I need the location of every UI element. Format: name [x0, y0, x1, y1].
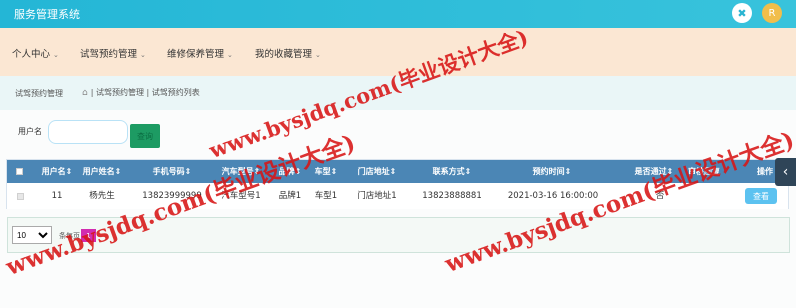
breadcrumb-path: ⌂ | 试驾预约管理 | 试驾预约列表	[82, 87, 200, 98]
nav-item-test-drive[interactable]: 试驾预约管理 ⌄	[80, 46, 146, 60]
column-header[interactable]: 车型⇕	[309, 160, 343, 183]
column-header[interactable]: 用户名⇕	[37, 160, 77, 183]
page-size-select[interactable]: 102050	[12, 226, 52, 244]
main-nav: 个人中心 ⌄ 试驾预约管理 ⌄ 维修保养管理 ⌄ 我的收藏管理 ⌄	[0, 28, 796, 76]
chevron-down-icon: ⌄	[53, 51, 59, 59]
top-bar: 服务管理系统 ✖ R	[0, 0, 796, 28]
row-checkbox[interactable]	[17, 193, 24, 200]
table-cell: 2021-03-16 16:00:00	[507, 191, 599, 201]
column-header[interactable]: 品牌⇕	[273, 160, 307, 183]
chevron-down-icon: ⌄	[315, 51, 321, 59]
page-size-label: 条每页	[59, 232, 80, 240]
column-header[interactable]: 用户姓名⇕	[79, 160, 125, 183]
table-cell: 品牌1	[278, 191, 302, 201]
chevron-down-icon: ⌄	[227, 51, 233, 59]
nav-item-maintenance[interactable]: 维修保养管理 ⌄	[167, 46, 233, 60]
avatar[interactable]: R	[762, 3, 782, 23]
chevron-down-icon: ⌄	[140, 51, 146, 59]
column-header[interactable]: 门店地址⇕	[353, 160, 401, 183]
table-cell: 门店地址1	[357, 191, 397, 201]
table-header: 用户名⇕ 用户姓名⇕ 手机号码⇕ 汽车型号⇕ 品牌⇕ 车型⇕ 门店地址⇕ 联系方…	[7, 160, 788, 183]
table-cell: 否	[655, 191, 665, 201]
view-button[interactable]: 查看	[745, 188, 777, 204]
table-cell: 13823999999	[142, 191, 202, 201]
column-header[interactable]: 汽车型号⇕	[217, 160, 265, 183]
app-title: 服务管理系统	[14, 8, 80, 21]
column-header[interactable]: 联系方式⇕	[421, 160, 483, 183]
nav-item-favorites[interactable]: 我的收藏管理 ⌄	[255, 46, 321, 60]
table-cell: 汽车型号1	[221, 191, 261, 201]
breadcrumb-trail: | 试驾预约管理 | 试驾预约列表	[90, 88, 200, 97]
column-header[interactable]: 是否通过⇕	[629, 160, 679, 183]
select-all-checkbox[interactable]	[16, 168, 23, 175]
table-cell: 11	[51, 191, 63, 201]
column-header[interactable]: 预约时间⇕	[517, 160, 587, 183]
column-header[interactable]: 审核回复	[681, 160, 727, 183]
nav-item-personal-center[interactable]: 个人中心 ⌄	[12, 46, 59, 60]
chevron-left-icon[interactable]: ‹	[775, 158, 796, 186]
breadcrumb-title: 试驾预约管理	[15, 89, 63, 98]
search-button[interactable]: 查询	[130, 124, 160, 148]
home-icon[interactable]: ⌂	[82, 88, 88, 98]
table-cell	[681, 183, 727, 209]
search-label: 用户名	[18, 127, 42, 136]
fullscreen-icon[interactable]: ✖	[732, 3, 752, 23]
pagination: 102050 条每页 1	[7, 217, 790, 253]
data-table: 用户名⇕ 用户姓名⇕ 手机号码⇕ 汽车型号⇕ 品牌⇕ 车型⇕ 门店地址⇕ 联系方…	[6, 159, 789, 209]
table-cell: 杨先生	[89, 191, 115, 201]
table-row: 11 杨先生 13823999999 汽车型号1 品牌1 车型1 门店地址1 1…	[7, 183, 788, 209]
main-content: 用户名 查询 用户名⇕ 用户姓名⇕ 手机号码⇕ 汽车型号⇕ 品牌⇕ 车型⇕ 门店…	[0, 110, 796, 308]
table-cell: 车型1	[314, 191, 338, 201]
breadcrumb: 试驾预约管理 ⌂ | 试驾预约管理 | 试驾预约列表	[0, 76, 796, 110]
search-input[interactable]	[48, 120, 128, 144]
current-page[interactable]: 1	[81, 229, 96, 242]
column-header[interactable]: 手机号码⇕	[145, 160, 199, 183]
table-cell: 13823888881	[422, 191, 482, 201]
